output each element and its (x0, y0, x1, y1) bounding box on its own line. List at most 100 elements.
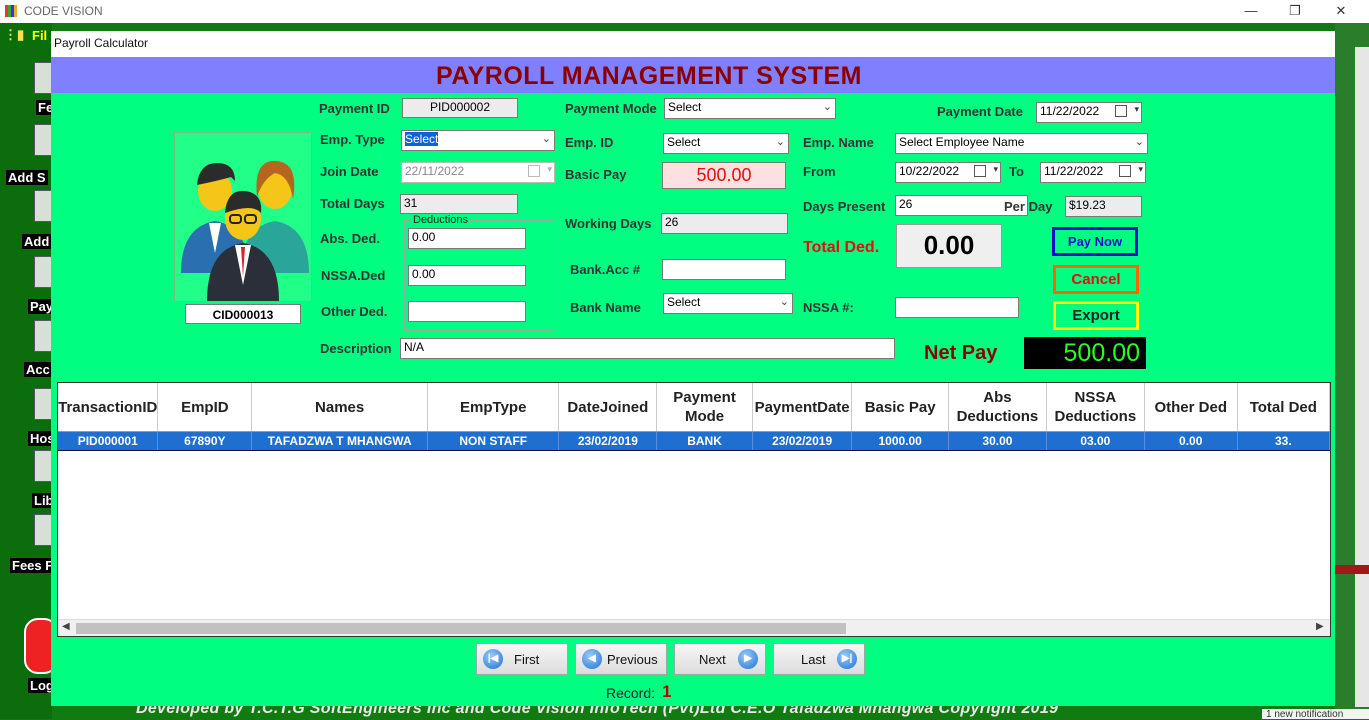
column-header[interactable]: Basic Pay (851, 383, 949, 432)
column-header[interactable]: Payment Mode (656, 383, 753, 432)
other-ded-input[interactable] (408, 301, 526, 322)
form-titlebar (51, 31, 1335, 58)
scroll-right-icon[interactable]: ▶ (1316, 621, 1324, 632)
column-header[interactable]: TransactionID (58, 383, 159, 432)
join-date-label: Join Date (320, 164, 379, 179)
description-input[interactable]: N/A (400, 338, 895, 359)
join-date-value: 22/11/2022 (405, 164, 465, 178)
column-header[interactable]: Abs Deductions (948, 383, 1047, 432)
scrollbar-thumb[interactable] (76, 623, 846, 634)
bank-name-value: Select (667, 295, 701, 309)
outer-window-title: CODE VISION (24, 4, 103, 18)
table-cell[interactable]: BANK (656, 431, 753, 451)
table-cell[interactable]: PID000001 (58, 431, 159, 451)
bank-name-select[interactable]: Select ⌄ (663, 293, 793, 314)
deductions-title: Deductions (411, 214, 471, 226)
bank-acc-label: Bank.Acc # (570, 262, 641, 277)
nssa-no-label: NSSA #: (803, 300, 854, 315)
previous-button[interactable]: ◀ Previous (575, 643, 667, 675)
side-label-accounts[interactable]: Acc (24, 362, 52, 377)
column-header[interactable]: DateJoined (558, 383, 658, 432)
column-header[interactable]: NSSA Deductions (1046, 383, 1145, 432)
side-label-add-student[interactable]: Add S (6, 170, 48, 185)
emp-type-select[interactable]: Select ⌄ (401, 130, 555, 151)
last-button-label: Last (801, 652, 826, 667)
emp-id-select[interactable]: Select ⌄ (663, 133, 789, 154)
first-record-icon: |◀ (483, 649, 503, 669)
other-ded-label: Other Ded. (321, 304, 388, 319)
page-title: PAYROLL MANAGEMENT SYSTEM (436, 62, 862, 90)
to-date-picker[interactable]: 11/22/2022 ▾ (1040, 162, 1146, 183)
chevron-down-icon: ▾ (547, 164, 552, 174)
next-button-label: Next (699, 652, 726, 667)
payment-mode-select[interactable]: Select ⌄ (664, 98, 836, 119)
column-header[interactable]: Other Ded (1144, 383, 1238, 432)
per-day-label: Per Day (1004, 199, 1053, 214)
column-header[interactable]: EmpType (427, 383, 560, 432)
payment-mode-label: Payment Mode (565, 101, 657, 116)
export-button[interactable]: Export (1053, 301, 1139, 330)
to-date-value: 11/22/2022 (1044, 164, 1104, 178)
pay-now-button[interactable]: Pay Now (1052, 227, 1138, 256)
table-cell[interactable]: TAFADZWA T MHANGWA (251, 431, 429, 451)
last-record-icon: ▶| (837, 649, 857, 669)
calendar-icon (528, 165, 540, 177)
calendar-icon (1119, 165, 1131, 177)
nssa-no-input[interactable] (895, 297, 1019, 318)
next-record-icon: ▶ (738, 649, 758, 669)
table-cell[interactable]: NON STAFF (427, 431, 560, 451)
table-row[interactable]: PID000001 67890Y TAFADZWA T MHANGWA NON … (58, 431, 1330, 451)
net-pay-label: Net Pay (924, 342, 998, 364)
chevron-down-icon: ▾ (1138, 164, 1143, 174)
horizontal-scrollbar[interactable]: ◀ ▶ (58, 619, 1330, 636)
column-header[interactable]: Total Ded (1237, 383, 1330, 432)
payment-date-picker[interactable]: 11/22/2022 ▾ (1036, 102, 1142, 123)
maximize-button[interactable]: ❐ (1272, 0, 1318, 23)
table-cell[interactable]: 33. (1237, 431, 1330, 451)
table-cell[interactable]: 67890Y (157, 431, 253, 451)
outer-vertical-scrollbar[interactable] (1355, 47, 1369, 707)
first-button-label: First (514, 652, 540, 667)
nssa-ded-input[interactable]: 0.00 (408, 265, 526, 286)
cancel-button[interactable]: Cancel (1053, 265, 1139, 294)
table-cell[interactable]: 0.00 (1144, 431, 1238, 451)
emp-type-label: Emp. Type (320, 132, 385, 147)
scroll-left-icon[interactable]: ◀ (62, 621, 70, 632)
bank-acc-input[interactable] (662, 259, 786, 280)
table-cell[interactable]: 30.00 (948, 431, 1047, 451)
right-red-bar (1335, 565, 1369, 574)
column-header[interactable]: EmpID (157, 383, 253, 432)
table-cell[interactable]: 03.00 (1046, 431, 1145, 451)
net-pay-value: 500.00 (1024, 337, 1146, 369)
transactions-grid[interactable]: TransactionID EmpID Names EmpType DateJo… (57, 382, 1331, 637)
join-date-picker: 22/11/2022 ▾ (401, 162, 555, 183)
side-label-add[interactable]: Add (22, 234, 52, 249)
column-header[interactable]: Names (251, 383, 429, 432)
previous-button-label: Previous (607, 652, 658, 667)
last-button[interactable]: Last ▶| (773, 643, 865, 675)
menu-file[interactable]: Fil (32, 28, 47, 43)
employees-group-icon (181, 160, 309, 301)
payment-date-label: Payment Date (937, 104, 1023, 119)
payment-id-field: PID000002 (402, 98, 518, 118)
table-cell[interactable]: 1000.00 (851, 431, 949, 451)
chevron-down-icon: ▾ (1134, 104, 1139, 114)
minimize-button[interactable]: — (1228, 0, 1274, 23)
table-cell[interactable]: 23/02/2019 (558, 431, 658, 451)
column-header[interactable]: PaymentDate (752, 383, 853, 432)
side-label-fees-report[interactable]: Fees F (10, 558, 56, 573)
table-header-row: TransactionID EmpID Names EmpType DateJo… (58, 383, 1330, 432)
close-button[interactable]: ✕ (1318, 0, 1364, 23)
emp-name-select[interactable]: Select Employee Name ⌄ (895, 133, 1148, 154)
per-day-field: $19.23 (1065, 196, 1142, 217)
notification-toast[interactable]: 1 new notification (1262, 709, 1369, 720)
abs-ded-input[interactable]: 0.00 (408, 228, 526, 249)
days-present-label: Days Present (803, 199, 886, 214)
next-button[interactable]: Next ▶ (674, 643, 766, 675)
chevron-down-icon: ⌄ (1134, 136, 1144, 148)
table-cell[interactable]: 23/02/2019 (752, 431, 853, 451)
first-button[interactable]: |◀ First (476, 643, 568, 675)
folder-icon: ⋮▮ (4, 27, 25, 42)
from-date-picker[interactable]: 10/22/2022 ▾ (895, 162, 1001, 183)
emp-id-value: Select (667, 135, 701, 149)
